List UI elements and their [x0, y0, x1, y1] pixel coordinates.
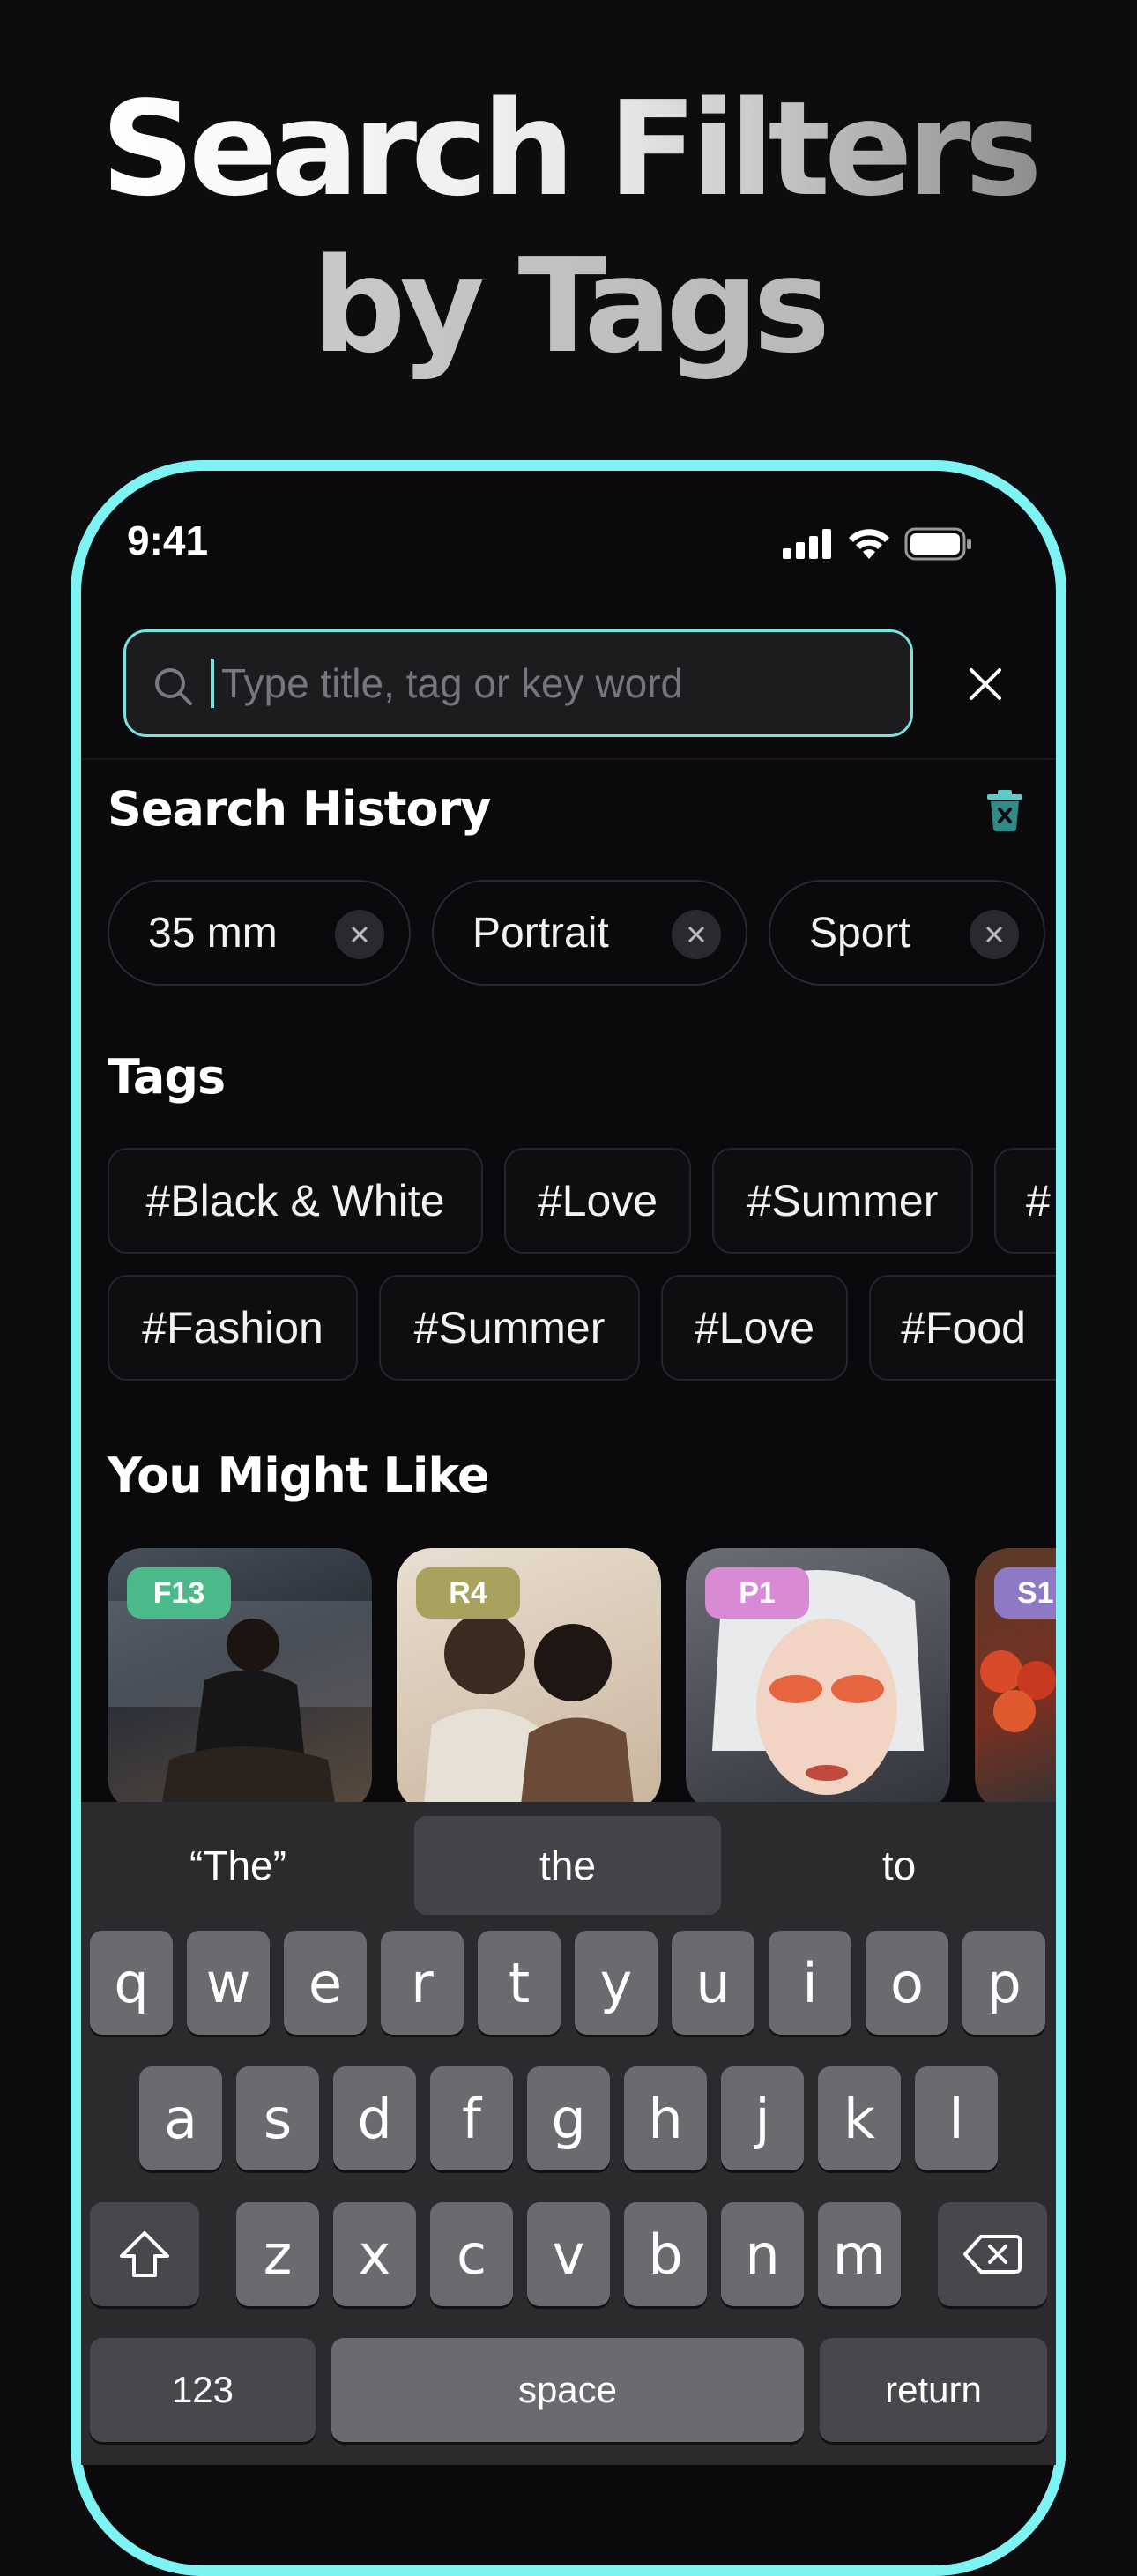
key-h[interactable]: h: [624, 2066, 707, 2170]
numbers-key[interactable]: 123: [90, 2338, 316, 2442]
delete-key[interactable]: [938, 2202, 1047, 2306]
key-o[interactable]: o: [866, 1931, 948, 2035]
key-g[interactable]: g: [527, 2066, 610, 2170]
key-k[interactable]: k: [818, 2066, 901, 2170]
key-a[interactable]: a: [139, 2066, 222, 2170]
history-chip[interactable]: Sport: [769, 880, 1045, 986]
key-s[interactable]: s: [236, 2066, 319, 2170]
key-w[interactable]: w: [187, 1931, 270, 2035]
remove-chip-icon[interactable]: [335, 910, 384, 959]
key-e[interactable]: e: [284, 1931, 367, 2035]
hero-headline: Search Filters by Tags: [0, 71, 1137, 384]
tag-chip[interactable]: #Love: [504, 1148, 691, 1254]
history-chip[interactable]: Portrait: [432, 880, 747, 986]
close-icon[interactable]: [964, 663, 1007, 705]
key-l[interactable]: l: [915, 2066, 998, 2170]
tag-chip[interactable]: #Love: [661, 1275, 848, 1381]
key-c[interactable]: c: [430, 2202, 513, 2306]
status-icons: [783, 527, 973, 561]
key-d[interactable]: d: [333, 2066, 416, 2170]
suggestion-item[interactable]: to: [746, 1816, 1052, 1915]
tag-chip[interactable]: #: [994, 1148, 1056, 1254]
wifi-icon: [849, 529, 889, 559]
key-p[interactable]: p: [962, 1931, 1045, 2035]
search-history-title: Search History: [108, 781, 491, 837]
filter-card[interactable]: P1: [686, 1548, 950, 1813]
key-r[interactable]: r: [381, 1931, 464, 2035]
tags-title: Tags: [108, 1049, 226, 1105]
key-y[interactable]: y: [575, 1931, 658, 2035]
tag-chip[interactable]: #Black & White: [108, 1148, 483, 1254]
suggestion-item[interactable]: “The”: [85, 1816, 391, 1915]
tag-chip[interactable]: #Summer: [379, 1275, 640, 1381]
status-time: 9:41: [127, 517, 209, 563]
key-v[interactable]: v: [527, 2202, 610, 2306]
filter-badge: F13: [127, 1567, 231, 1619]
return-key[interactable]: return: [820, 2338, 1047, 2442]
filter-card[interactable]: S1: [975, 1548, 1056, 1813]
cellular-signal-icon: [783, 529, 831, 559]
suggestion-item-selected[interactable]: the: [414, 1816, 721, 1915]
shift-key[interactable]: [90, 2202, 199, 2306]
filter-badge: P1: [705, 1567, 809, 1619]
key-j[interactable]: j: [721, 2066, 804, 2170]
key-i[interactable]: i: [769, 1931, 851, 2035]
filter-badge: R4: [416, 1567, 520, 1619]
header-divider: [81, 758, 1056, 760]
you-might-like-title: You Might Like: [108, 1448, 489, 1503]
headline-line-2: by Tags: [313, 227, 831, 384]
tag-chip[interactable]: #Summer: [712, 1148, 973, 1254]
filter-card[interactable]: F13: [108, 1548, 372, 1813]
filter-card[interactable]: R4: [397, 1548, 661, 1813]
shift-icon: [120, 2231, 169, 2277]
space-key[interactable]: space: [331, 2338, 804, 2442]
key-u[interactable]: u: [672, 1931, 754, 2035]
key-q[interactable]: q: [90, 1931, 173, 2035]
backspace-icon: [963, 2235, 1022, 2274]
remove-chip-icon[interactable]: [672, 910, 721, 959]
history-chip-label: 35 mm: [148, 909, 278, 957]
history-chip[interactable]: 35 mm: [108, 880, 411, 986]
filter-badge: S1: [994, 1567, 1056, 1619]
history-chip-label: Portrait: [472, 909, 609, 957]
headline-line-1: Search Filters: [100, 71, 1042, 227]
remove-chip-icon[interactable]: [970, 910, 1019, 959]
search-field[interactable]: [123, 629, 913, 737]
key-f[interactable]: f: [430, 2066, 513, 2170]
key-t[interactable]: t: [478, 1931, 561, 2035]
tag-chip[interactable]: #Food: [869, 1275, 1056, 1381]
search-icon: [155, 668, 192, 705]
tag-chip[interactable]: #Fashion: [108, 1275, 358, 1381]
text-cursor: [211, 659, 214, 708]
key-m[interactable]: m: [818, 2202, 901, 2306]
key-z[interactable]: z: [236, 2202, 319, 2306]
key-x[interactable]: x: [333, 2202, 416, 2306]
key-n[interactable]: n: [721, 2202, 804, 2306]
history-chip-label: Sport: [809, 909, 910, 957]
trash-icon[interactable]: [985, 788, 1024, 832]
key-b[interactable]: b: [624, 2202, 707, 2306]
battery-icon: [904, 527, 971, 561]
search-input[interactable]: [221, 650, 891, 717]
